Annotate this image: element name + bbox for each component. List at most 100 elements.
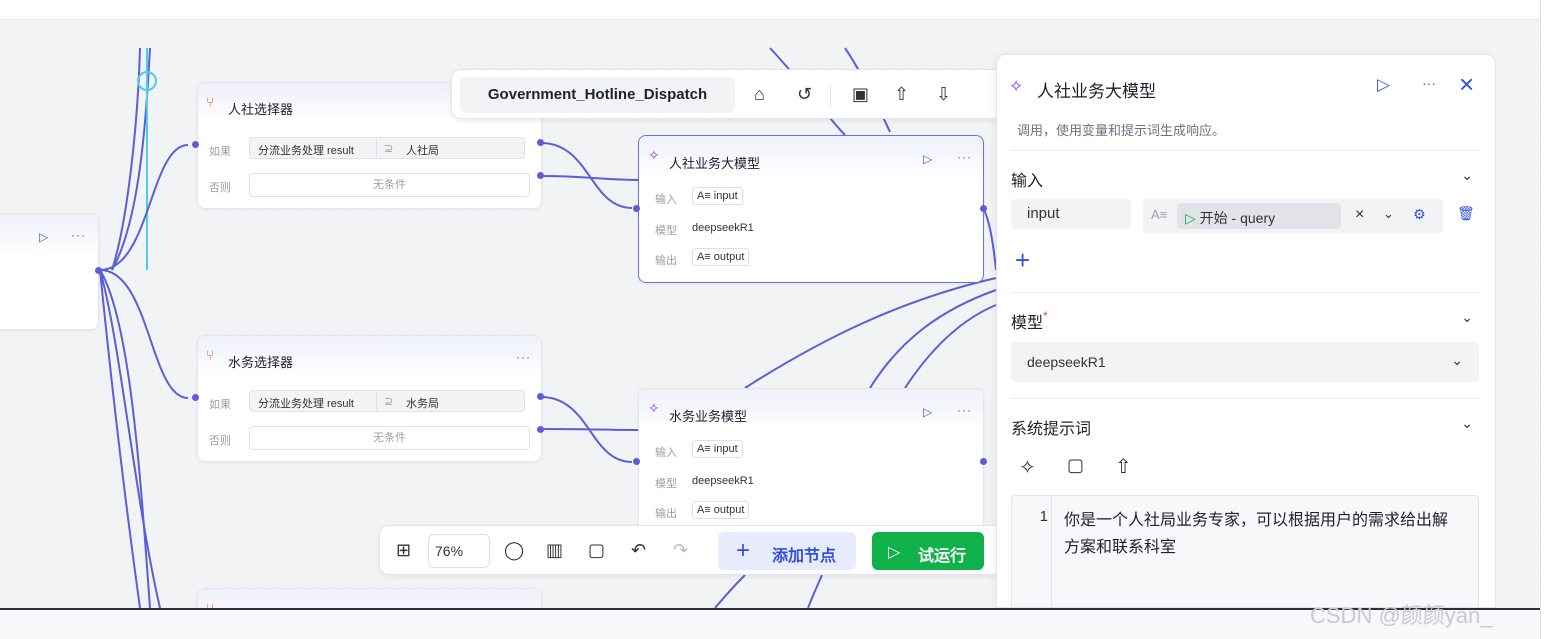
text-type-icon: A≡ <box>1151 207 1168 222</box>
hr-selector-input-port[interactable] <box>192 141 199 148</box>
save-icon[interactable]: ▣ <box>852 84 869 105</box>
hr-selector-else-label: 否则 <box>209 182 231 194</box>
partial-node-bottom[interactable]: ⑂ <box>197 588 542 608</box>
input-variable-name[interactable]: input <box>1011 199 1131 229</box>
input-variable-reference[interactable]: A≡ ▷ 开始 - query × ⌄ ⚙ <box>1143 199 1443 233</box>
play-icon: ▷ <box>1185 210 1200 226</box>
edge-down-a <box>99 269 151 608</box>
more-icon[interactable]: ··· <box>1422 75 1436 91</box>
export-icon[interactable]: ⇧ <box>894 84 909 105</box>
water-selector-if-port[interactable] <box>537 393 544 400</box>
watermark: CSDN @颜颜yan_ <box>1310 603 1493 628</box>
water-llm-model-label: 模型 <box>655 478 677 490</box>
clear-icon[interactable]: × <box>1355 206 1364 224</box>
hr-llm-more-icon[interactable]: ··· <box>957 150 972 164</box>
undo-icon[interactable]: ↶ <box>631 540 646 561</box>
line-number: 1 <box>1039 508 1048 525</box>
test-run-label: 试运行 <box>918 548 967 565</box>
divider <box>1011 398 1481 399</box>
chevron-down-icon[interactable]: ⌄ <box>1383 206 1394 222</box>
water-llm-node[interactable]: ✧ 水务业务模型 ▷ ··· 输入 A≡ input 模型 deepseekR1… <box>638 388 984 548</box>
upload-icon[interactable]: ⇧ <box>1115 454 1132 479</box>
hr-llm-input-tag: A≡ input <box>692 187 743 205</box>
tag-icon[interactable]: ⌂ <box>754 84 765 105</box>
reference-label: 开始 - query <box>1199 210 1276 226</box>
chevron-down-icon[interactable]: ⌄ <box>1461 309 1473 326</box>
water-llm-input-tag: A≡ input <box>692 440 743 458</box>
hr-llm-node[interactable]: ✧ 人社业务大模型 ▷ ··· 输入 A≡ input 模型 deepseekR… <box>638 135 984 283</box>
condition-value: 人社局 <box>406 145 439 157</box>
edge-llm1-right <box>982 207 997 271</box>
divider <box>1011 292 1481 293</box>
plus-icon: + <box>736 537 751 564</box>
hr-selector-title: 人社选择器 <box>228 102 294 117</box>
workflow-toolbar: Government_Hotline_Dispatch ⌂ ↺ ▣ ⇧ ⇩ <box>451 69 1011 119</box>
add-input-icon[interactable]: + <box>1015 245 1030 276</box>
panel-description: 调用，使用变量和提示词生成响应。 <box>1017 123 1226 138</box>
water-llm-more-icon[interactable]: ··· <box>957 403 972 417</box>
model-select-value: deepseekR1 <box>1027 354 1106 370</box>
start-node[interactable]: ▷ ··· <box>0 213 99 330</box>
start-node-more-icon[interactable]: ··· <box>71 228 86 242</box>
test-run-button[interactable]: ▷ 试运行 <box>872 532 984 570</box>
system-prompt-editor[interactable]: 1 你是一个人社局业务专家，可以根据用户的需求给出解 方案和联系科室 <box>1011 495 1479 607</box>
water-selector-node[interactable]: ⑂ 水务选择器 ··· 如果 分流业务处理 result ⊇ 水务局 否则 无条… <box>197 335 542 462</box>
map-icon[interactable]: ▥ <box>546 540 563 561</box>
divider <box>1011 150 1481 151</box>
edge-top-a <box>111 47 151 271</box>
run-node-icon[interactable]: ▷ <box>1377 75 1390 95</box>
hr-selector-if-port[interactable] <box>537 139 544 146</box>
panel-title[interactable]: 人社业务大模型 <box>1037 77 1156 102</box>
prompt-section-title: 系统提示词 <box>1011 421 1092 438</box>
settings-icon[interactable]: ⚙ <box>1413 206 1426 223</box>
condition-variable: 分流业务处理 result <box>258 145 354 157</box>
edge-llm-out-c <box>904 304 997 389</box>
water-llm-input-port[interactable] <box>633 458 640 465</box>
hr-selector-else-port[interactable] <box>537 172 544 179</box>
window-right-edge <box>1540 0 1545 639</box>
water-llm-title: 水务业务模型 <box>669 409 748 424</box>
water-selector-else-label: 否则 <box>209 435 231 447</box>
chevron-down-icon[interactable]: ⌄ <box>1461 167 1473 184</box>
redo-icon[interactable]: ↷ <box>673 540 688 561</box>
start-node-run-icon[interactable]: ▷ <box>39 230 48 244</box>
hr-llm-run-icon[interactable]: ▷ <box>923 152 932 166</box>
add-node-button[interactable]: + 添加节点 <box>718 532 856 570</box>
condition-operator: ⊇ <box>384 143 394 155</box>
hr-llm-output-tag: A≡ output <box>692 248 750 266</box>
hr-llm-input-port[interactable] <box>633 205 640 212</box>
branch-icon: ⑂ <box>206 600 215 608</box>
prompt-template-icon[interactable]: ▢ <box>1067 455 1084 476</box>
delete-icon[interactable]: 🗑︎ <box>1457 205 1475 222</box>
zoom-input[interactable]: 76% <box>428 534 490 568</box>
edge-llm-out-a <box>744 277 997 389</box>
start-node-output-port[interactable] <box>95 267 102 274</box>
water-selector-input-port[interactable] <box>192 394 199 401</box>
toolbar-divider <box>830 84 831 106</box>
hr-selector-condition[interactable]: 分流业务处理 result ⊇ 人社局 <box>249 137 525 159</box>
condition-variable: 分流业务处理 result <box>258 398 354 410</box>
water-selector-more-icon[interactable]: ··· <box>516 350 531 364</box>
water-selector-condition[interactable]: 分流业务处理 result ⊇ 水务局 <box>249 390 525 412</box>
layout-icon[interactable]: ⊞ <box>396 540 411 561</box>
edge-llm-out-b <box>869 289 997 389</box>
chevron-down-icon[interactable]: ⌄ <box>1461 415 1473 432</box>
water-selector-else-port[interactable] <box>537 426 544 433</box>
comment-icon[interactable]: ▢ <box>588 540 605 561</box>
line-gutter: 1 <box>1012 496 1052 607</box>
sparkle-icon: ✧ <box>1009 77 1024 96</box>
hr-llm-output-label: 输出 <box>655 255 677 267</box>
hr-llm-output-port[interactable] <box>980 205 987 212</box>
import-icon[interactable]: ⇩ <box>936 84 951 105</box>
workflow-title[interactable]: Government_Hotline_Dispatch <box>460 77 735 113</box>
water-llm-output-tag: A≡ output <box>692 501 750 519</box>
ai-generate-icon[interactable]: ✧ <box>1019 455 1036 480</box>
hr-llm-model-label: 模型 <box>655 225 677 237</box>
water-llm-output-port[interactable] <box>980 458 987 465</box>
water-llm-run-icon[interactable]: ▷ <box>923 405 932 419</box>
sparkle-icon: ✧ <box>648 400 660 416</box>
close-icon[interactable]: × <box>1459 69 1474 100</box>
history-icon[interactable]: ↺ <box>797 84 812 105</box>
mouse-icon[interactable]: ◯ <box>504 540 524 561</box>
model-select[interactable]: deepseekR1 ⌄ <box>1011 342 1479 382</box>
